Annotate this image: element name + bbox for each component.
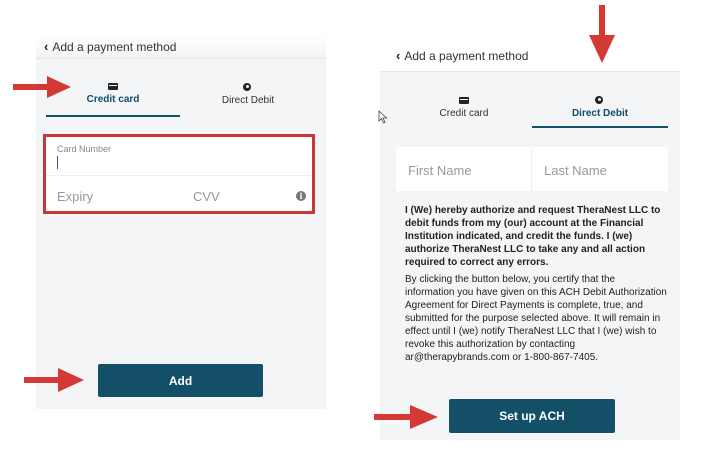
back-link[interactable]: ‹ Add a payment method: [396, 48, 528, 63]
credit-card-panel: ‹ Add a payment method Credit card Direc…: [36, 35, 326, 409]
back-link[interactable]: ‹ Add a payment method: [44, 39, 176, 54]
active-tab-underline: [46, 115, 180, 117]
screenshot-canvas: ‹ Add a payment method Credit card Direc…: [0, 0, 709, 456]
credit-card-icon: [108, 83, 118, 90]
name-form: First Name Last Name: [396, 147, 668, 191]
chevron-left-icon: ‹: [396, 48, 401, 63]
ach-authorization-statement: I (We) hereby authorize and request Ther…: [405, 205, 661, 268]
first-name-placeholder: First Name: [408, 163, 472, 178]
back-link-label: Add a payment method: [52, 39, 177, 54]
arrow-annotation-icon: [24, 368, 84, 392]
arrow-annotation-icon: [374, 405, 438, 429]
panel-header: ‹ Add a payment method: [36, 35, 326, 59]
last-name-field[interactable]: Last Name: [532, 147, 668, 191]
tab-credit-card-label: Credit card: [439, 108, 489, 119]
add-button[interactable]: Add: [98, 364, 263, 397]
set-up-ach-button[interactable]: Set up ACH: [449, 399, 615, 433]
chevron-left-icon: ‹: [44, 39, 49, 54]
annotation-highlight-box: [43, 134, 315, 214]
ach-authorization-details: By clicking the button below, you certif…: [405, 274, 667, 363]
tab-direct-debit-label: Direct Debit: [571, 108, 629, 119]
arrow-annotation-icon: [589, 5, 615, 63]
direct-debit-panel: ‹ Add a payment method Credit card Direc…: [380, 42, 680, 440]
back-link-label: Add a payment method: [404, 48, 529, 63]
tab-credit-card-label: Credit card: [86, 94, 140, 105]
tab-direct-debit[interactable]: Direct Debit: [532, 96, 668, 119]
credit-card-icon: [459, 97, 469, 104]
active-tab-underline: [532, 126, 668, 128]
direct-debit-icon: [595, 96, 605, 104]
arrow-annotation-icon: [13, 76, 71, 98]
tab-credit-card[interactable]: Credit card: [396, 97, 532, 119]
tab-direct-debit[interactable]: Direct Debit: [186, 83, 310, 106]
panel-header: ‹ Add a payment method: [380, 42, 680, 72]
direct-debit-icon: [243, 83, 253, 91]
mouse-pointer-icon: [378, 110, 388, 124]
last-name-placeholder: Last Name: [544, 163, 607, 178]
ach-authorization-text: I (We) hereby authorize and request Ther…: [405, 204, 667, 364]
tab-direct-debit-label: Direct Debit: [221, 95, 275, 106]
first-name-field[interactable]: First Name: [396, 147, 531, 191]
